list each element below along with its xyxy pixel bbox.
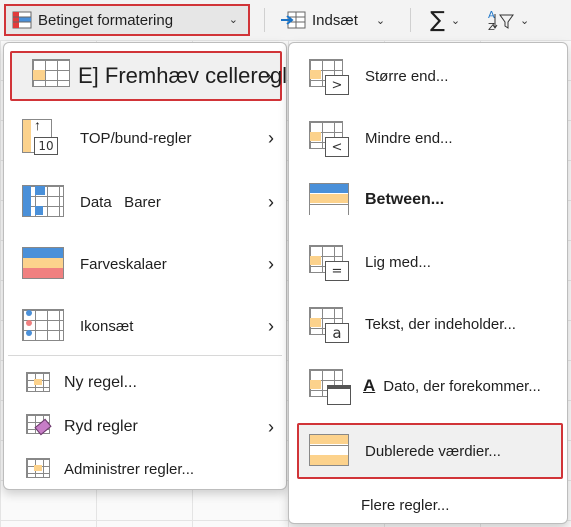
conditional-formatting-menu: E] Fremhæv celleregler › ↑ 10 TOP/bund-r… [3,42,307,490]
submenu-item-prefix: A [363,376,376,395]
submenu-item-label: Tekst, der indeholder... [365,315,516,333]
highlight-cells-rules-icon [30,57,70,95]
submenu-item-duplicate-values[interactable]: Dublerede værdier... [297,423,563,479]
menu-item-color-scales[interactable]: Farveskalaer › [4,243,286,285]
color-scales-icon [22,245,64,283]
submenu-item-date-occurring[interactable]: A Dato, der forekommer... [299,365,559,407]
sort-filter-icon: A Z [488,10,514,32]
menu-item-label: Ryd regler [64,418,138,435]
greater-than-icon: > [309,57,349,95]
conditional-formatting-button[interactable]: Betinget formatering ⌄ [4,4,250,36]
chevron-down-icon: ⌄ [450,14,461,27]
manage-rules-icon [26,454,56,484]
menu-item-data-bars[interactable]: Data Barer › [4,181,286,223]
insert-button[interactable]: Indsæt ⌄ [280,4,385,36]
svg-text:A: A [488,10,495,21]
between-icon [309,181,349,219]
menu-item-label: TOP/bund-regler [80,129,192,147]
menu-item-highlight-cells-rules[interactable]: E] Fremhæv celleregler › [10,51,307,101]
clear-rules-icon [26,412,56,442]
sigma-icon: ∑ [430,7,445,33]
sort-filter-button[interactable]: A Z ⌄ [486,4,529,36]
menu-item-label: Farveskalaer [80,255,167,273]
menu-item-label: Ny regel... [64,374,137,391]
submenu-item-between[interactable]: Between... [299,179,559,221]
conditional-formatting-icon [12,11,32,29]
ribbon-divider [264,8,265,32]
chevron-down-icon: ⌄ [375,14,386,27]
submenu-item-label: Mindre end... [365,129,453,147]
ribbon: Betinget formatering ⌄ Indsæt ⌄ ∑ ⌄ A Z … [0,0,571,44]
highlight-cells-rules-submenu: > Større end... < Mindre end... Between.… [288,42,568,524]
menu-item-new-rule[interactable]: Ny regel... [4,365,286,401]
menu-item-label: Administrer regler... [64,460,195,478]
conditional-formatting-label: Betinget formatering [38,11,174,29]
submenu-item-equal-to[interactable]: = Lig med... [299,241,559,283]
menu-item-label: Data Barer [80,193,161,211]
chevron-right-icon: › [266,65,272,86]
chevron-right-icon: › [268,127,274,148]
submenu-item-label: Dublerede værdier... [365,442,501,460]
submenu-item-label: Dato, der forekommer... [383,377,541,395]
submenu-item-less-than[interactable]: < Mindre end... [299,117,559,159]
chevron-right-icon: › [268,253,274,274]
chevron-right-icon: › [268,191,274,212]
chevron-right-icon: › [268,315,274,336]
chevron-right-icon: › [268,416,274,437]
submenu-item-more-rules[interactable]: Flere regler... [299,491,559,519]
equal-to-icon: = [309,243,349,281]
menu-item-label: E] Fremhæv celleregler [78,63,307,88]
menu-item-icon-sets[interactable]: Ikonsæt › [4,305,286,347]
submenu-item-label: Større end... [365,67,449,85]
chevron-down-icon: ⌄ [520,14,530,27]
menu-item-clear-rules[interactable]: Ryd regler › [4,409,286,445]
top-bottom-rules-icon: ↑ 10 [22,117,62,157]
submenu-item-label: Flere regler... [361,496,450,514]
data-bars-icon [22,183,64,221]
submenu-item-label: Between... [365,191,445,208]
chevron-down-icon: ⌄ [228,14,238,26]
insert-label: Indsæt [312,11,358,29]
menu-separator [8,355,282,356]
less-than-icon: < [309,119,349,157]
autosum-button[interactable]: ∑ ⌄ [430,4,460,36]
submenu-item-greater-than[interactable]: > Større end... [299,55,559,97]
duplicate-values-icon [309,432,349,470]
date-occurring-icon [309,367,351,405]
menu-item-manage-rules[interactable]: Administrer regler... [4,451,286,487]
menu-item-label: Ikonsæt [80,317,134,335]
insert-cells-icon [281,11,306,29]
text-contains-icon: a [309,305,349,343]
menu-item-top-bottom-rules[interactable]: ↑ 10 TOP/bund-regler › [4,117,286,159]
submenu-item-text-contains[interactable]: a Tekst, der indeholder... [299,303,559,345]
new-rule-icon [26,368,56,398]
ribbon-divider [410,8,411,32]
submenu-item-label: Lig med... [365,253,431,271]
icon-sets-icon [22,307,64,345]
